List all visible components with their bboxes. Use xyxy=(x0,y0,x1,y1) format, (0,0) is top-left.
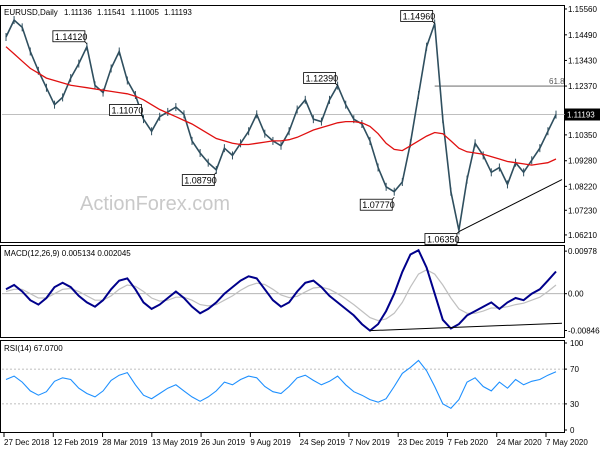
annotation-label: 1.07770 xyxy=(362,200,395,210)
ohlc-low: 1.11005 xyxy=(131,8,160,17)
y-tick-label: 1.09280 xyxy=(568,157,597,166)
y-tick-label: 1.08220 xyxy=(568,182,597,191)
y-tick-label: 1.15560 xyxy=(568,5,597,14)
macd-y-tick-label: -0.008464 xyxy=(568,326,600,335)
macd-header: MACD(12,26,9) 0.005134 0.002045 xyxy=(4,249,131,258)
x-tick-label: 24 Sep 2019 xyxy=(300,438,346,447)
x-tick-label: 12 Feb 2019 xyxy=(53,438,98,447)
y-tick-label: 1.06210 xyxy=(568,231,597,240)
annotation-label: 1.11070 xyxy=(112,105,144,115)
y-tick-label: 1.14490 xyxy=(568,31,597,40)
ohlc-open: 1.11136 xyxy=(64,8,92,17)
rsi-panel-frame xyxy=(0,340,565,433)
rsi-y-tick-label: 100 xyxy=(570,339,584,348)
annotation-label: 1.12390 xyxy=(306,74,339,84)
annotation-label: 1.08790 xyxy=(184,176,217,186)
y-tick-label: 1.10350 xyxy=(568,131,597,140)
y-tick-label: 1.07230 xyxy=(568,206,597,215)
y-tick-label: 1.12370 xyxy=(568,82,597,91)
main-header: EURUSD,Daily 1.11136 1.11541 1.11005 1.1… xyxy=(4,8,192,17)
x-tick-label: 27 Dec 2018 xyxy=(4,438,50,447)
rsi-y-tick-label: 0 xyxy=(570,426,575,435)
rsi-header: RSI(14) 67.0700 xyxy=(4,344,63,353)
rsi-y-tick-label: 70 xyxy=(570,365,579,374)
chart-svg: ActionForex.com EURUSD,Daily 1.11136 1.1… xyxy=(0,5,600,447)
x-tick-label: 24 Mar 2020 xyxy=(497,438,542,447)
annotation-label: 1.06350 xyxy=(427,235,460,245)
main-title: EURUSD,Daily xyxy=(4,8,58,17)
x-tick-label: 7 Feb 2020 xyxy=(447,438,488,447)
x-tick-label: 9 Aug 2019 xyxy=(250,438,291,447)
y-tick-label: 1.13430 xyxy=(568,56,597,65)
annotation-label: 1.14120 xyxy=(55,32,88,42)
x-tick-label: 7 Nov 2019 xyxy=(349,438,390,447)
annotation-label: 1.14960 xyxy=(403,11,436,21)
x-tick-label: 26 Jun 2019 xyxy=(201,438,246,447)
current-price-label: 1.11193 xyxy=(567,111,595,120)
x-tick-label: 23 Dec 2019 xyxy=(398,438,444,447)
x-tick-label: 7 May 2020 xyxy=(546,438,588,447)
chart-root: ActionForex.com EURUSD,Daily 1.11136 1.1… xyxy=(0,0,600,450)
watermark: ActionForex.com xyxy=(80,193,230,215)
macd-panel-frame xyxy=(0,245,565,338)
x-tick-label: 28 Mar 2019 xyxy=(103,438,148,447)
x-tick-label: 13 May 2019 xyxy=(152,438,199,447)
rsi-y-tick-label: 30 xyxy=(570,400,579,409)
ohlc-high: 1.11541 xyxy=(97,8,126,17)
fib-label: 61.8 xyxy=(549,77,565,86)
macd-y-tick-label: 0.00 xyxy=(568,290,584,299)
macd-y-tick-label: 0.00978 xyxy=(568,247,597,256)
ohlc-close: 1.11193 xyxy=(164,8,192,17)
